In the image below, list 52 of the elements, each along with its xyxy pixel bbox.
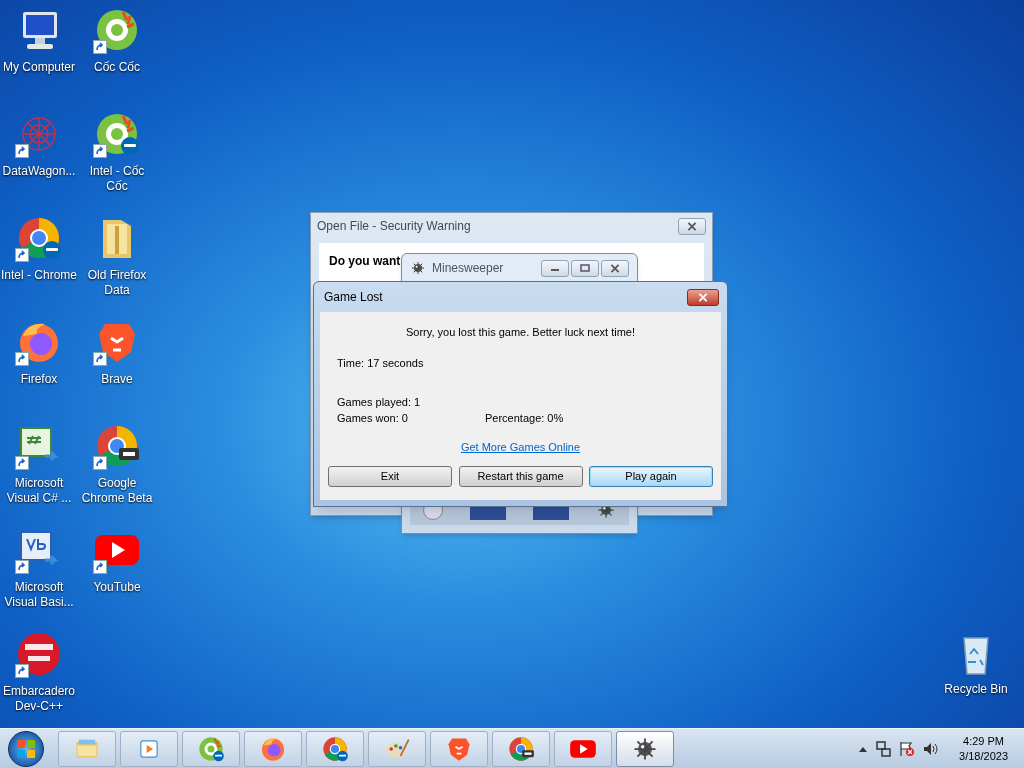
network-icon[interactable] xyxy=(875,740,892,757)
flag-icon[interactable] xyxy=(899,740,916,757)
close-icon xyxy=(610,263,620,273)
play-again-button[interactable]: Play again xyxy=(589,466,713,487)
close-button[interactable] xyxy=(601,259,629,277)
desktop-icon-label[interactable]: Embarcadero Dev-C++ xyxy=(0,684,78,714)
desktop-icon-label[interactable]: Microsoft Visual Basi... xyxy=(0,580,78,610)
loss-message: Sorry, you lost this game. Better luck next time! xyxy=(404,325,637,340)
show-hidden-icons-icon[interactable] xyxy=(859,745,868,752)
maximize-icon xyxy=(580,264,590,272)
window-title: Open File - Security Warning xyxy=(317,218,471,235)
clock-date[interactable]: 3/18/2023 xyxy=(959,748,1008,764)
desktop-icon-label[interactable]: Brave xyxy=(78,372,156,387)
chrome-beta-icon xyxy=(507,734,535,763)
desktop-icon-label[interactable]: YouTube xyxy=(78,580,156,595)
start-button[interactable] xyxy=(8,730,44,767)
taskbar-app-button[interactable] xyxy=(492,730,550,767)
desktop-icon-label[interactable]: Firefox xyxy=(0,372,78,387)
games-won-text: Games won: 0 xyxy=(337,411,408,426)
close-button[interactable] xyxy=(678,217,706,235)
desktop-icon-label[interactable]: Cốc Cốc xyxy=(78,60,156,75)
minimize-button[interactable] xyxy=(541,259,569,277)
desktop-icon-label[interactable]: My Computer xyxy=(0,60,78,75)
window-title: Minesweeper xyxy=(432,260,504,277)
time-text: Time: 17 seconds xyxy=(337,356,424,371)
restart-button[interactable]: Restart this game xyxy=(458,466,583,487)
exit-button[interactable]: Exit xyxy=(328,466,452,487)
chrome-icon xyxy=(321,734,349,763)
close-icon xyxy=(698,292,708,302)
windows-logo-icon xyxy=(16,738,36,759)
close-icon xyxy=(687,221,697,231)
desktop-icon-label[interactable]: DataWagon... xyxy=(0,164,78,179)
coc-coc-icon xyxy=(197,734,225,763)
disc-logo-icon xyxy=(15,630,63,678)
desktop-icon-label[interactable]: Intel - Chrome xyxy=(0,268,78,283)
desktop-icon-label[interactable]: Old Firefox Data xyxy=(78,268,156,298)
taskbar-app-button[interactable] xyxy=(182,730,240,767)
dialog-title: Game Lost xyxy=(324,289,383,306)
taskbar-app-button[interactable] xyxy=(616,730,674,767)
desktop-icon-label[interactable]: Recycle Bin xyxy=(944,682,1008,697)
close-button[interactable] xyxy=(687,288,719,306)
mine-icon xyxy=(410,260,426,276)
taskbar-app-button[interactable] xyxy=(306,730,364,767)
warning-question: Do you want xyxy=(329,253,401,270)
percentage-text: Percentage: 0% xyxy=(485,411,564,426)
desktop-icon-label[interactable]: Intel - Cốc Cốc xyxy=(78,164,156,194)
maximize-button[interactable] xyxy=(571,259,599,277)
desktop-icon-label[interactable]: Microsoft Visual C# ... xyxy=(0,476,78,506)
games-played-text: Games played: 1 xyxy=(337,395,421,410)
get-more-games-link[interactable]: Get More Games Online xyxy=(460,439,581,456)
clock-time[interactable]: 4:29 PM xyxy=(963,733,1004,749)
desktop-icon-label[interactable]: Google Chrome Beta xyxy=(78,476,156,506)
